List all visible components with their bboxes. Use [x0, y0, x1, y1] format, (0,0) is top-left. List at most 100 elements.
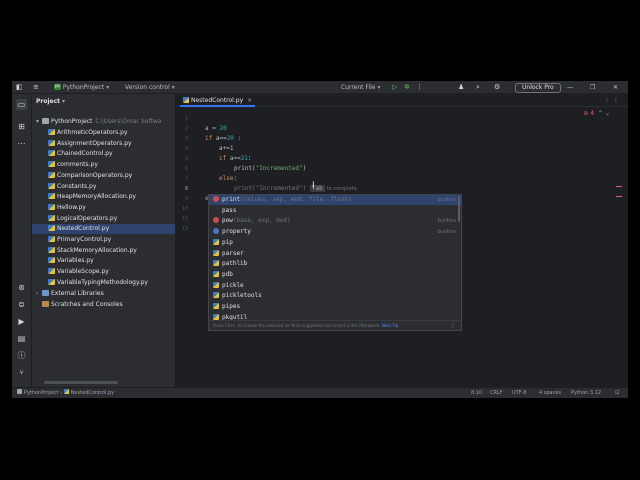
- tree-file-item[interactable]: VariableTypingMethodology.py: [32, 278, 175, 288]
- terminal-icon[interactable]: ▤: [16, 333, 27, 344]
- services-icon[interactable]: ▶: [16, 316, 27, 327]
- line-number[interactable]: 3: [176, 136, 188, 142]
- tree-file-item[interactable]: ChainedControl.py: [32, 149, 175, 159]
- project-switcher[interactable]: PP PythonProject ▾: [54, 81, 109, 94]
- line-number[interactable]: 7: [176, 176, 188, 182]
- code-line-7[interactable]: else:: [219, 175, 237, 182]
- editor-menu-icon[interactable]: ⋮: [613, 97, 622, 104]
- tree-file-item[interactable]: Variables.py: [32, 256, 175, 266]
- tree-file-item[interactable]: NestedControl.py: [32, 224, 175, 235]
- python-packages-icon[interactable]: ⊛: [16, 282, 27, 293]
- horizontal-scrollbar[interactable]: [44, 381, 118, 384]
- line-number[interactable]: 12: [176, 226, 188, 232]
- minimize-icon[interactable]: —: [567, 81, 573, 94]
- more-actions-icon[interactable]: ⋮: [416, 81, 423, 94]
- completion-name: pickle: [222, 281, 244, 289]
- tree-file-item[interactable]: StackMemoryAllocation.py: [32, 246, 175, 256]
- popup-scrollbar[interactable]: [458, 196, 460, 222]
- code-line-8[interactable]: print("Incremented") Tab to complete: [234, 185, 357, 192]
- tab-nestedcontrol[interactable]: NestedControl.py ×: [180, 94, 256, 107]
- error-marker[interactable]: [616, 196, 622, 197]
- tree-file-item[interactable]: ArithmeticOperators.py: [32, 128, 175, 138]
- file-name: Constants.py: [57, 182, 97, 190]
- line-number[interactable]: 2: [176, 126, 188, 132]
- tree-file-item[interactable]: PrimaryControl.py: [32, 235, 175, 245]
- tree-file-item[interactable]: LogicalOperators.py: [32, 214, 175, 224]
- python-console-icon[interactable]: ⊜: [16, 299, 27, 310]
- tree-file-item[interactable]: AssignmentOperators.py: [32, 139, 175, 149]
- line-number[interactable]: 11: [176, 216, 188, 222]
- line-ending[interactable]: CRLF: [490, 388, 503, 398]
- close-window-icon[interactable]: ✕: [613, 81, 618, 94]
- python-file-icon: [48, 225, 55, 232]
- code-line-2[interactable]: a = 20: [205, 125, 227, 132]
- tree-file-item[interactable]: HeapMemoryAllocation.py: [32, 192, 175, 202]
- structure-tool-icon[interactable]: ⊞: [16, 121, 27, 132]
- popup-menu-icon[interactable]: ⋮: [450, 321, 456, 330]
- tree-file-item[interactable]: Hellow.py: [32, 203, 175, 213]
- error-marker[interactable]: [616, 186, 622, 187]
- indent-setting[interactable]: 4 spaces: [539, 388, 561, 398]
- git-icon[interactable]: ⑂: [16, 367, 27, 378]
- run-config-selector[interactable]: Current File ▾: [341, 81, 380, 94]
- line-number[interactable]: 6: [176, 166, 188, 172]
- code-line-4[interactable]: a+=1: [219, 145, 233, 152]
- line-number[interactable]: 9: [176, 196, 188, 202]
- completion-item[interactable]: pass: [209, 206, 461, 216]
- code-line-5[interactable]: if a==21:: [219, 155, 252, 162]
- tree-file-item[interactable]: ComparisonOperators.py: [32, 171, 175, 181]
- settings-gear-icon[interactable]: ⚙: [494, 81, 500, 94]
- tree-file-item[interactable]: comments.py: [32, 160, 175, 170]
- completion-item[interactable]: property builtins: [209, 227, 461, 237]
- nav-arrows-icon[interactable]: ⌃ ⌄: [598, 110, 610, 117]
- caret-position[interactable]: 8:10: [471, 388, 482, 398]
- maximize-icon[interactable]: ❐: [590, 81, 595, 94]
- code-line-6[interactable]: print("Incremented"): [234, 165, 306, 172]
- tree-root[interactable]: ▾ PythonProject C:\Users\Omar Softwa: [32, 117, 175, 127]
- line-number[interactable]: 10: [176, 206, 188, 212]
- tree-scratches[interactable]: Scratches and Consoles: [32, 300, 175, 310]
- more-tools-icon[interactable]: ⋯: [16, 138, 27, 149]
- error-count-badge[interactable]: ⊘ 4 ⌃ ⌄: [583, 110, 610, 117]
- completion-item[interactable]: pdb: [209, 270, 461, 280]
- tree-file-item[interactable]: Constants.py: [32, 182, 175, 192]
- lock-icon[interactable]: ⊡: [615, 388, 619, 398]
- file-encoding[interactable]: UTF-8: [512, 388, 527, 398]
- line-number[interactable]: 1: [176, 116, 188, 122]
- problems-icon[interactable]: ⓘ: [16, 350, 27, 361]
- completion-name: pow: [222, 217, 233, 225]
- completion-item[interactable]: pickletools: [209, 291, 461, 301]
- project-tool-icon[interactable]: ▭: [16, 99, 27, 110]
- run-icon[interactable]: ▷: [392, 81, 397, 94]
- line-number[interactable]: 4: [176, 146, 188, 152]
- collab-icon[interactable]: ♟: [458, 81, 464, 94]
- completion-item[interactable]: pip: [209, 238, 461, 248]
- debug-icon[interactable]: ✲: [404, 81, 410, 94]
- completion-item[interactable]: pickle: [209, 281, 461, 291]
- tab-actions: ⋮⋮: [604, 94, 622, 107]
- python-interpreter[interactable]: Python 3.12: [571, 388, 601, 398]
- completion-item[interactable]: parser: [209, 249, 461, 259]
- close-tab-icon[interactable]: ×: [247, 97, 252, 104]
- completion-name: property: [222, 228, 251, 236]
- more-tabs-icon[interactable]: ⋮: [604, 97, 613, 104]
- line-number[interactable]: 5: [176, 156, 188, 162]
- tree-file-item[interactable]: VariableScope.py: [32, 267, 175, 277]
- vcs-widget[interactable]: Version control ▾: [125, 81, 175, 94]
- main-menu-icon[interactable]: ≡: [33, 81, 39, 94]
- completion-item[interactable]: pathlib: [209, 259, 461, 269]
- completion-item[interactable]: pipes: [209, 302, 461, 312]
- breadcrumb[interactable]: PythonProject › NestedControl.py: [17, 388, 114, 398]
- completion-item[interactable]: print(values, sep, end, file, flush) buil…: [209, 195, 461, 205]
- line-number[interactable]: 8: [176, 186, 188, 192]
- project-panel-title[interactable]: Project ▾: [36, 97, 65, 107]
- code-line-3[interactable]: if a==20 :: [205, 135, 241, 142]
- search-everywhere-icon[interactable]: ⌕: [476, 81, 480, 94]
- tree-external-libraries[interactable]: › External Libraries: [32, 289, 175, 299]
- python-file-icon: [183, 97, 189, 103]
- file-name: HeapMemoryAllocation.py: [57, 193, 136, 201]
- unlock-pro-label: Unlock Pro: [515, 83, 561, 93]
- unlock-pro-button[interactable]: Unlock Pro: [515, 83, 561, 93]
- completion-item[interactable]: pow(base, exp, mod) builtins: [209, 216, 461, 226]
- next-tip-link[interactable]: Next Tip: [382, 323, 399, 328]
